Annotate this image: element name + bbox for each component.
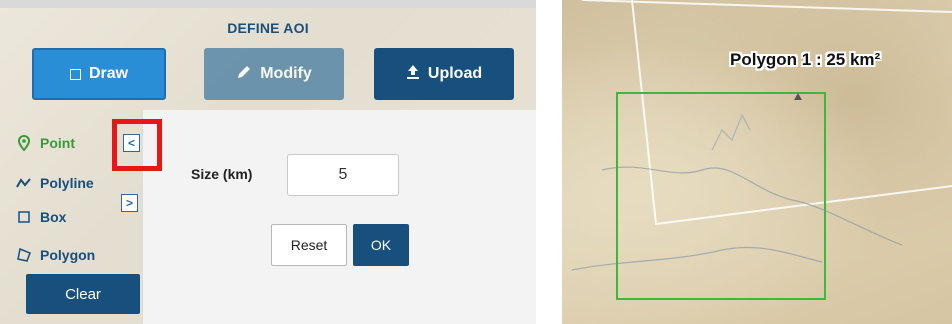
point-options-panel: Size (km) Reset OK xyxy=(142,110,536,324)
size-label: Size (km) xyxy=(191,166,253,182)
modify-button-label: Modify xyxy=(260,65,312,82)
draw-button-label: Draw xyxy=(88,65,129,82)
square-icon xyxy=(69,68,81,80)
pencil-icon xyxy=(236,64,252,85)
polygon-icon xyxy=(16,247,32,263)
menu-item-label: Polygon xyxy=(40,247,96,263)
map-view[interactable]: Polygon 1 : 25 km² xyxy=(562,0,952,324)
screenshot-stage: DEFINE AOI Draw Modify Upload Point Poly… xyxy=(0,0,952,324)
ok-button[interactable]: OK xyxy=(353,224,409,266)
menu-item-label: Polyline xyxy=(40,175,94,191)
map-pin-icon xyxy=(16,135,32,151)
highlight-box xyxy=(112,119,162,171)
reset-button[interactable]: Reset xyxy=(271,224,347,266)
top-bar xyxy=(0,0,536,8)
box-icon xyxy=(16,209,32,225)
polygon-label: Polygon 1 : 25 km² xyxy=(730,50,881,69)
clear-button[interactable]: Clear xyxy=(26,274,140,314)
modify-button[interactable]: Modify xyxy=(204,48,344,100)
menu-item-point[interactable]: Point xyxy=(16,132,75,154)
menu-item-label: Box xyxy=(40,209,67,225)
expand-panel-toggle[interactable]: > xyxy=(121,194,138,212)
menu-item-polygon[interactable]: Polygon xyxy=(16,244,95,266)
polygon-1-shape[interactable] xyxy=(616,92,826,300)
aoi-title: DEFINE AOI xyxy=(227,20,309,36)
menu-item-box[interactable]: Box xyxy=(16,206,66,228)
triangle-marker-icon xyxy=(794,93,802,100)
menu-item-label: Point xyxy=(40,135,75,151)
upload-button-label: Upload xyxy=(427,65,483,82)
polyline-icon xyxy=(16,175,32,191)
size-input[interactable] xyxy=(287,154,399,196)
aoi-panel: DEFINE AOI Draw Modify Upload Point Poly… xyxy=(0,0,536,324)
menu-item-polyline[interactable]: Polyline xyxy=(16,172,94,194)
upload-icon xyxy=(406,64,420,85)
draw-button[interactable]: Draw xyxy=(32,48,166,100)
upload-button[interactable]: Upload xyxy=(374,48,514,100)
